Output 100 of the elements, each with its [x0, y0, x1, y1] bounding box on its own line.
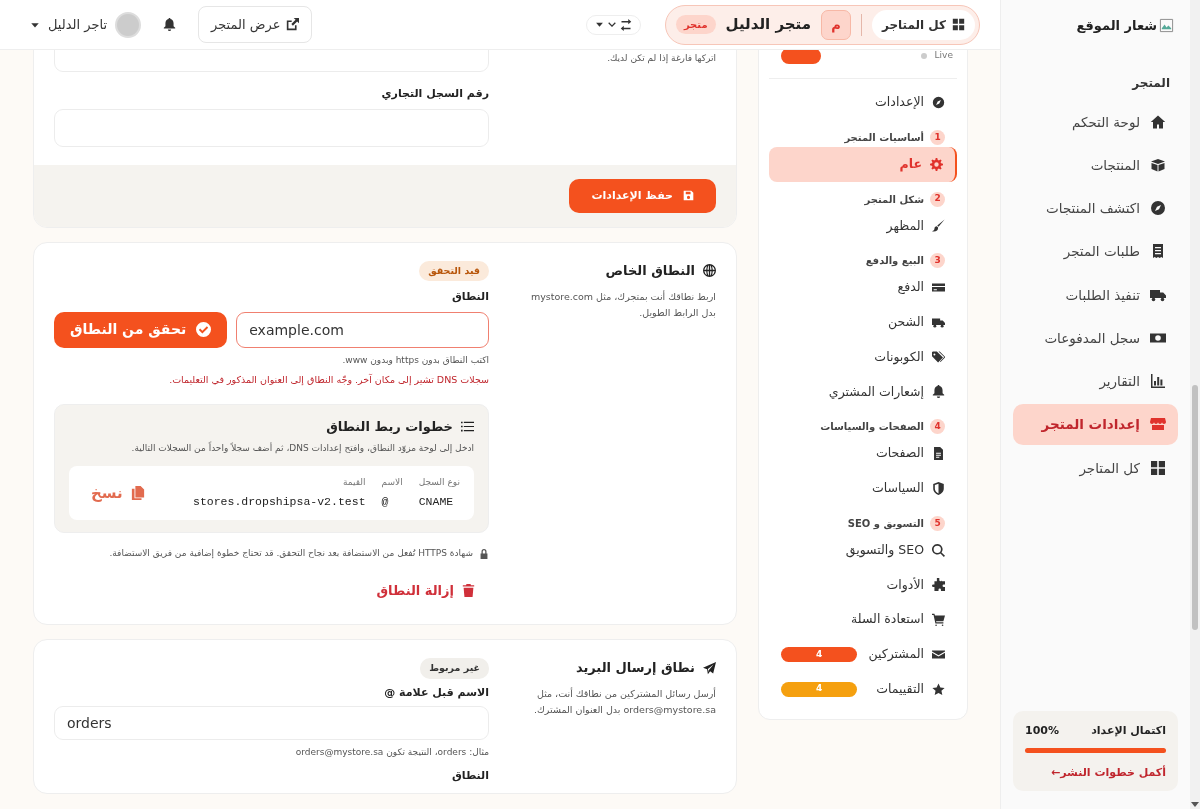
box-icon — [1150, 156, 1166, 173]
group-title: شكل المتجر — [864, 192, 924, 207]
swap-arrows-icon — [619, 18, 632, 31]
store-icon — [1150, 416, 1166, 433]
field-label: الاسم قبل علامة @ — [383, 684, 489, 701]
step-number: 5 — [930, 515, 945, 531]
setup-title: اكتمال الإعداد — [1091, 723, 1166, 739]
settings-nav-item[interactable]: SEO والتسويق — [769, 532, 957, 568]
shield-icon — [932, 481, 945, 495]
record-value: @ — [381, 494, 390, 510]
user-name[interactable]: تاجر الدليل — [48, 14, 108, 35]
settings-nav-item[interactable]: المظهر — [769, 208, 957, 244]
step-number: 4 — [930, 419, 945, 435]
document-icon — [932, 447, 945, 461]
sidebar-item[interactable]: إعدادات المتجر — [1013, 404, 1178, 445]
user-avatar[interactable] — [115, 11, 142, 38]
store-avatar: م — [820, 9, 851, 40]
envelope-icon — [932, 647, 945, 661]
credit-card-icon — [932, 281, 945, 295]
settings-nav-item[interactable]: الإعدادات — [769, 85, 957, 120]
https-note: شهادة HTTPS تُفعل من الاستضافة بعد نجاح التحقق. قد تحتاج خطوة إضافية من فريق الاستضافة. — [109, 547, 473, 561]
home-icon — [1150, 113, 1166, 130]
external-link-icon — [286, 18, 300, 31]
card-title: نطاق إرسال البريد — [575, 659, 695, 678]
globe-icon — [703, 264, 716, 278]
grid-icon — [1150, 459, 1166, 476]
all-stores-button[interactable]: كل المتاجر — [871, 9, 975, 40]
gear-icon — [930, 157, 943, 171]
settings-nav-item[interactable]: السياسات — [769, 471, 957, 506]
sidebar-item[interactable]: التقارير — [1013, 361, 1178, 402]
sidebar-item[interactable]: كل المتاجر — [1013, 447, 1178, 488]
column-header: نوع السجل — [418, 475, 460, 489]
truck-icon — [932, 315, 945, 329]
paper-plane-icon — [703, 661, 716, 675]
receipt-icon — [1150, 243, 1166, 260]
field-label: النطاق — [450, 289, 489, 306]
list-icon — [461, 419, 474, 433]
error-message: سجلات DNS تشير إلى مكان آخر. وجّه النطاق إلى العنوان المذكور في التعليمات. — [168, 373, 489, 388]
sidebar-item[interactable]: طلبات المتجر — [1013, 231, 1178, 272]
status-dot — [920, 53, 927, 59]
remove-domain-button[interactable]: إزالة النطاق — [376, 580, 475, 601]
settings-nav-item[interactable]: استعادة السلة — [769, 602, 957, 637]
compass-icon — [1150, 200, 1166, 217]
settings-nav-item[interactable]: الأدوات — [769, 567, 957, 603]
lock-icon — [479, 549, 489, 559]
field-label: النطاق — [450, 767, 489, 784]
sidebar-item[interactable]: سجل المدفوعات — [1013, 317, 1178, 358]
card-description: أرسل رسائل المشتركين من نطاقك أنت، مثل orders@mystore.sa بدل العنوان المشترك. — [532, 686, 716, 717]
section-title: المتجر — [1130, 74, 1170, 92]
grid-icon — [952, 18, 965, 31]
trash-icon — [462, 584, 475, 597]
settings-nav-item[interactable]: الدفع — [769, 270, 957, 305]
column-header: الاسم — [381, 475, 403, 489]
broken-image-icon — [1159, 18, 1174, 34]
status-label: Live — [934, 50, 953, 63]
logo-alt-text: شعار الموقع — [1076, 17, 1157, 35]
record-value: stores.dropshipsa-v2.test — [193, 494, 366, 510]
cart-icon — [932, 613, 945, 627]
switch-store-dropdown[interactable] — [585, 14, 641, 35]
bell-icon[interactable] — [163, 18, 177, 31]
card-description: اربط نطاقك أنت بمتجرك، مثل mystore.com بدل الرابط الطويل. — [529, 289, 716, 320]
bar-chart-icon — [1150, 373, 1166, 390]
publish-steps-link[interactable]: أكمل خطوات النشر← — [1050, 765, 1166, 779]
store-switcher[interactable]: كل المتاجر م متجر الدليل متجر — [664, 4, 980, 45]
view-store-button[interactable]: عرض المتجر — [198, 5, 313, 44]
caret-icon — [594, 20, 604, 29]
field-hint: مثال: orders، النتيجة تكون orders@mystore.sa — [294, 746, 489, 759]
sidebar-item[interactable]: المنتجات — [1013, 144, 1178, 185]
sidebar-item[interactable]: لوحة التحكم — [1013, 101, 1178, 142]
star-icon — [932, 682, 945, 696]
brush-icon — [932, 219, 945, 233]
setup-percent: 100% — [1025, 723, 1059, 739]
puzzle-icon — [932, 578, 945, 592]
status-tag: غير مربوط — [420, 658, 489, 679]
save-icon — [683, 190, 694, 202]
step-number: 1 — [930, 129, 945, 145]
panel-description: ادخل إلى لوحة مزوّد النطاق، وافتح إعدادات DNS، ثم أضف سجلاً واحداً من السجلات التالية. — [130, 442, 474, 455]
panel-title: خطوات ربط النطاق — [326, 417, 453, 436]
status-tag: قيد التحقق — [419, 261, 489, 282]
domain-input[interactable]: example.com — [236, 311, 489, 348]
sidebar-item[interactable]: تنفيذ الطلبات — [1013, 274, 1178, 315]
store-name: متجر الدليل — [725, 14, 811, 36]
card-title: النطاق الخاص — [605, 262, 695, 280]
step-number: 3 — [930, 253, 945, 269]
sidebar-item[interactable]: اكتشف المنتجات — [1013, 188, 1178, 229]
field-hint: اكتب النطاق بدون https وبدون www. — [341, 353, 489, 367]
settings-nav-item[interactable]: الكوبونات — [769, 339, 957, 375]
input-field[interactable]: orders — [54, 706, 489, 740]
store-type-tag: متجر — [675, 15, 716, 34]
settings-nav-item[interactable]: إشعارات المشتري — [769, 374, 957, 410]
step-number: 2 — [930, 191, 945, 207]
group-title: البيع والدفع — [865, 254, 924, 269]
group-title: أساسيات المتجر — [844, 130, 924, 145]
settings-nav-item[interactable]: الشحن — [769, 305, 957, 340]
copy-icon — [130, 485, 145, 500]
group-title: التسويق و SEO — [847, 516, 924, 531]
settings-nav-item[interactable]: الصفحات — [769, 436, 957, 471]
count-badge: 4 — [781, 681, 857, 697]
status-pill — [781, 50, 821, 64]
tags-icon — [932, 350, 945, 364]
